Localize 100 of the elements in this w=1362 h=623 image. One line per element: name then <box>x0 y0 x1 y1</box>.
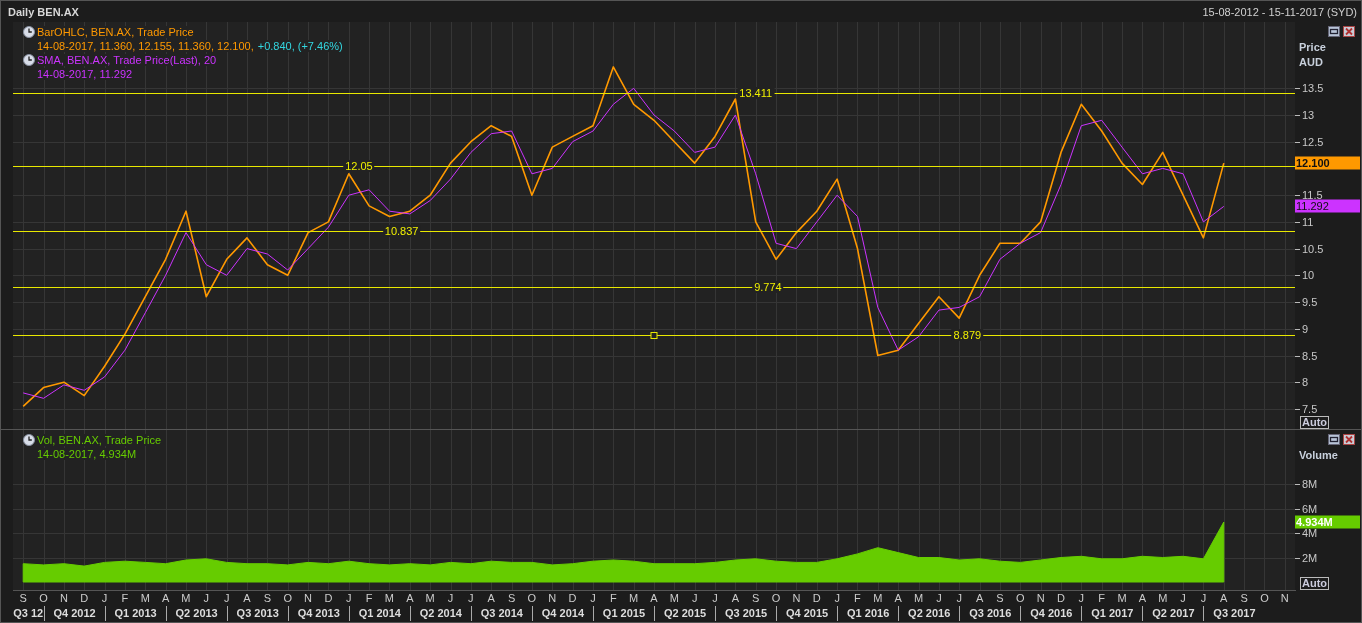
axis-label: D <box>324 592 333 604</box>
axis-label: 12.5 <box>1302 135 1324 148</box>
axis-label: J <box>691 592 698 604</box>
axis-label: 4M <box>1302 527 1318 540</box>
legend-values: 14-08-2017, 4.934M <box>37 448 137 460</box>
quarter-label: Q1 2015 <box>592 606 654 621</box>
close-icon[interactable] <box>1343 26 1355 37</box>
axis-label: 9.5 <box>1302 296 1318 309</box>
legend-values: 14-08-2017, 11.292 <box>37 68 133 80</box>
axis-label: M <box>629 592 639 604</box>
quarter-label: Q2 2017 <box>1142 606 1204 621</box>
axis-label: 13.5 <box>1302 82 1324 95</box>
auto-button[interactable]: Auto <box>1300 577 1330 590</box>
axis-label: A <box>1220 592 1228 604</box>
axis-label: M <box>140 592 150 604</box>
axis-label: A <box>1138 592 1147 604</box>
axis-label: M <box>425 592 435 604</box>
axis-label: N <box>792 592 801 604</box>
axis-label: 10 <box>1302 269 1315 282</box>
axis-label: S <box>996 592 1004 604</box>
axis-label: 8 <box>1302 376 1309 389</box>
last-value-tag: 12.100 <box>1295 156 1360 170</box>
axis-label: M <box>181 592 191 604</box>
clock-icon <box>23 54 35 66</box>
quarter-label: Q3 2016 <box>959 606 1021 621</box>
axis-label: F <box>121 592 129 604</box>
axis-label: N <box>1036 592 1045 604</box>
axis-label: M <box>669 592 679 604</box>
axis-label: N <box>304 592 313 604</box>
restore-icon[interactable] <box>1328 434 1340 445</box>
axis-label: A <box>161 592 170 604</box>
axis-label: 10.5 <box>1302 242 1324 255</box>
axis-label: J <box>101 592 108 604</box>
quarter-label: Q3 12 <box>13 606 44 621</box>
axis-label: 2M <box>1302 551 1318 564</box>
quarter-label: Q1 2014 <box>348 606 410 621</box>
axis-label: D <box>568 592 577 604</box>
clock-icon <box>23 434 35 446</box>
axis-label: J <box>346 592 352 604</box>
axis-label: F <box>609 592 617 604</box>
level-line[interactable] <box>13 231 1295 232</box>
axis-label: J <box>590 592 596 604</box>
axis-label: M <box>913 592 924 604</box>
axis-label: O <box>39 592 48 604</box>
legend-title: BarOHLC, BEN.AX, Trade Price <box>37 26 194 38</box>
axis-label: S <box>19 592 27 604</box>
axis-label: J <box>203 592 210 604</box>
quarter-label: Q4 2013 <box>287 606 349 621</box>
close-icon[interactable] <box>1343 434 1355 445</box>
axis-label: A <box>487 592 495 604</box>
auto-button[interactable]: Auto <box>1300 416 1330 429</box>
quarter-label: Q4 2016 <box>1020 606 1082 621</box>
level-label: 13.411 <box>737 87 775 100</box>
quarter-label: Q2 2013 <box>165 606 227 621</box>
axis-label: J <box>936 592 942 604</box>
axis-label: N <box>59 592 68 604</box>
axis-label: M <box>1158 592 1168 604</box>
axis-label: A <box>406 592 414 604</box>
axis-title: Volume <box>1299 448 1338 463</box>
axis-label: N <box>1280 592 1289 604</box>
quarter-label: Q3 2014 <box>470 606 532 621</box>
quarter-label: Q1 2016 <box>837 606 899 621</box>
quarter-label: Q1 2013 <box>104 606 166 621</box>
axis-label: N <box>548 592 557 604</box>
restore-icon[interactable] <box>1328 26 1340 37</box>
quarter-label: Q4 2012 <box>43 606 105 621</box>
axis-label: J <box>1078 592 1085 604</box>
level-label: 8.879 <box>951 329 984 342</box>
axis-label: O <box>1016 592 1025 604</box>
quarter-label: Q4 2015 <box>776 606 838 621</box>
axis-label: D <box>80 592 89 604</box>
axis-label: J <box>1180 592 1186 604</box>
axis-label: S <box>1240 592 1248 604</box>
axis-label: M <box>873 592 883 604</box>
axis-label: O <box>1260 592 1269 604</box>
axis-label: J <box>1200 592 1207 604</box>
axis-label: 8M <box>1302 478 1318 490</box>
axis-label: O <box>283 592 292 604</box>
axis-label: F <box>365 592 373 604</box>
axis-label: O <box>527 592 537 604</box>
quarter-label: Q2 2014 <box>409 606 471 621</box>
axis-label: J <box>834 592 840 604</box>
window-title: Daily BEN.AX <box>8 5 79 18</box>
line-handle[interactable] <box>650 332 658 339</box>
axis-label: O <box>771 592 781 604</box>
quarter-label: Q1 2017 <box>1081 606 1143 621</box>
axis-label: A <box>731 592 740 604</box>
last-value-tag: 4.934M <box>1295 515 1360 529</box>
axis-title: AUD <box>1299 55 1324 70</box>
axis-label: 11 <box>1302 215 1314 228</box>
axis-label: A <box>975 592 984 604</box>
quarter-label: Q3 2017 <box>1203 606 1265 621</box>
quarter-label: Q3 2015 <box>715 606 777 621</box>
level-line[interactable] <box>13 93 1295 94</box>
axis-label: S <box>263 592 272 604</box>
clock-icon <box>23 26 35 38</box>
axis-label: D <box>1057 592 1065 604</box>
axis-label: A <box>243 592 251 604</box>
axis-label: J <box>223 592 230 604</box>
axis-label: A <box>894 592 902 604</box>
